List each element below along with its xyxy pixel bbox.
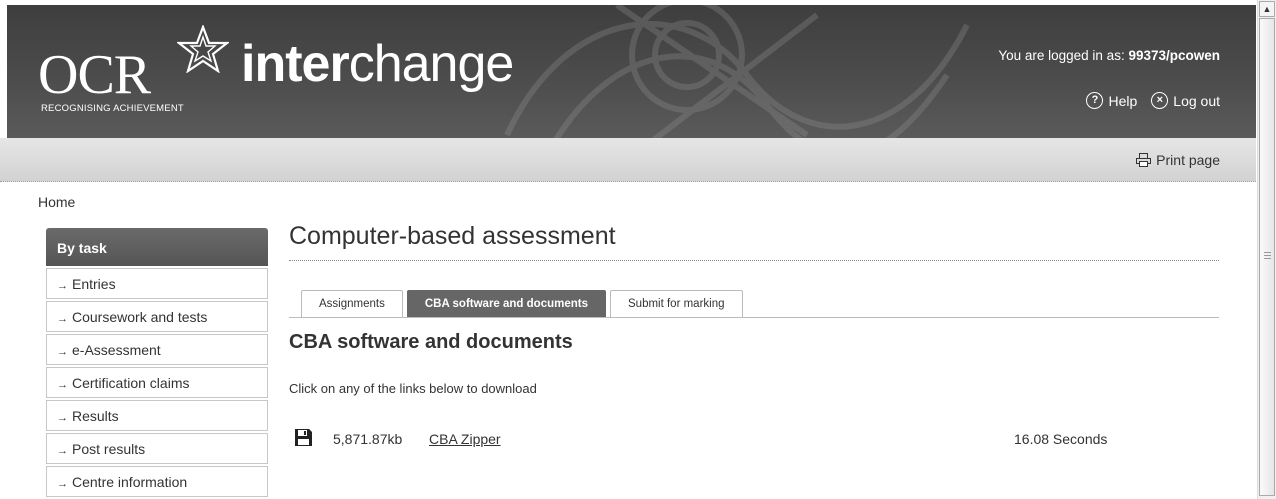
vertical-scrollbar[interactable]: ▲ [1257, 0, 1276, 499]
sidebar-item-certification[interactable]: → Certification claims [46, 367, 268, 398]
arrow-right-icon: → [57, 379, 68, 391]
logout-label: Log out [1173, 92, 1220, 109]
print-page-link[interactable]: Print page [1136, 152, 1220, 168]
download-time: 16.08 Seconds [1014, 431, 1108, 447]
file-row: 5,871.87kb CBA Zipper 16.08 Seconds [294, 428, 1194, 450]
help-link[interactable]: ? Help [1086, 92, 1137, 109]
printer-icon [1136, 153, 1152, 167]
tab-assignments[interactable]: Assignments [301, 290, 403, 317]
breadcrumb[interactable]: Home [38, 194, 75, 210]
arrow-right-icon: → [57, 346, 68, 358]
star-logo-icon [177, 25, 229, 73]
arrow-right-icon: → [57, 412, 68, 424]
help-label: Help [1108, 92, 1138, 109]
file-size: 5,871.87kb [333, 431, 403, 447]
logged-in-status: You are logged in as: 99373/pcowen [998, 48, 1220, 63]
sidebar: By task → Entries → Coursework and tests →… [46, 228, 268, 497]
scroll-up-button[interactable]: ▲ [1259, 1, 1275, 17]
page-title: Computer-based assessment [289, 222, 616, 250]
section-title: CBA software and documents [289, 331, 573, 353]
tab-divider [289, 317, 1219, 318]
logged-in-prefix: You are logged in as: [998, 48, 1129, 63]
sidebar-item-label: Post results [72, 441, 146, 457]
sidebar-item-label: Certification claims [72, 375, 190, 391]
logo-tagline: RECOGNISING ACHIEVEMENT [41, 103, 184, 114]
title-divider [289, 260, 1219, 261]
arrow-right-icon: → [57, 313, 68, 325]
sidebar-item-entries[interactable]: → Entries [46, 268, 268, 299]
sidebar-item-label: Results [72, 408, 119, 424]
header-links: ? Help × Log out [1086, 92, 1220, 109]
arrow-right-icon: → [57, 445, 68, 457]
username: 99373/pcowen [1128, 48, 1220, 63]
sidebar-item-centre-info[interactable]: → Centre information [46, 466, 268, 497]
logout-link[interactable]: × Log out [1151, 92, 1220, 109]
ocr-logo: OCR [38, 44, 151, 106]
print-label: Print page [1156, 152, 1220, 168]
brand-light-text: change [348, 35, 515, 93]
interchange-logo: interchange [241, 33, 515, 95]
arrow-right-icon: → [57, 478, 68, 490]
floppy-disk-icon [295, 429, 312, 446]
help-circle-icon: ? [1086, 92, 1104, 109]
sidebar-item-results[interactable]: → Results [46, 400, 268, 431]
intro-text: Click on any of the links below to downl… [289, 381, 537, 396]
tab-submit-for-marking[interactable]: Submit for marking [610, 290, 743, 317]
arrow-right-icon: → [57, 280, 68, 292]
sidebar-item-e-assessment[interactable]: → e-Assessment [46, 334, 268, 365]
site-header: OCR RECOGNISING ACHIEVEMENT interchange … [7, 5, 1256, 138]
sidebar-item-post-results[interactable]: → Post results [46, 433, 268, 464]
breadcrumb-home[interactable]: Home [38, 194, 75, 210]
scrollbar-thumb[interactable] [1259, 18, 1275, 496]
tab-cba-software[interactable]: CBA software and documents [406, 290, 606, 317]
sidebar-item-label: e-Assessment [72, 342, 161, 358]
sidebar-heading: By task [46, 228, 268, 266]
scrollbar-grip-icon [1264, 252, 1271, 259]
sidebar-item-label: Centre information [72, 474, 188, 490]
sidebar-item-label: Entries [72, 276, 116, 292]
brand-bold-text: inter [241, 35, 350, 93]
close-circle-icon: × [1151, 92, 1169, 109]
sidebar-item-label: Coursework and tests [72, 309, 208, 325]
file-download-link[interactable]: CBA Zipper [429, 431, 501, 447]
tab-bar: Assignments CBA software and documents S… [301, 290, 743, 317]
sidebar-item-coursework[interactable]: → Coursework and tests [46, 301, 268, 332]
toolbar: Print page [0, 138, 1256, 182]
